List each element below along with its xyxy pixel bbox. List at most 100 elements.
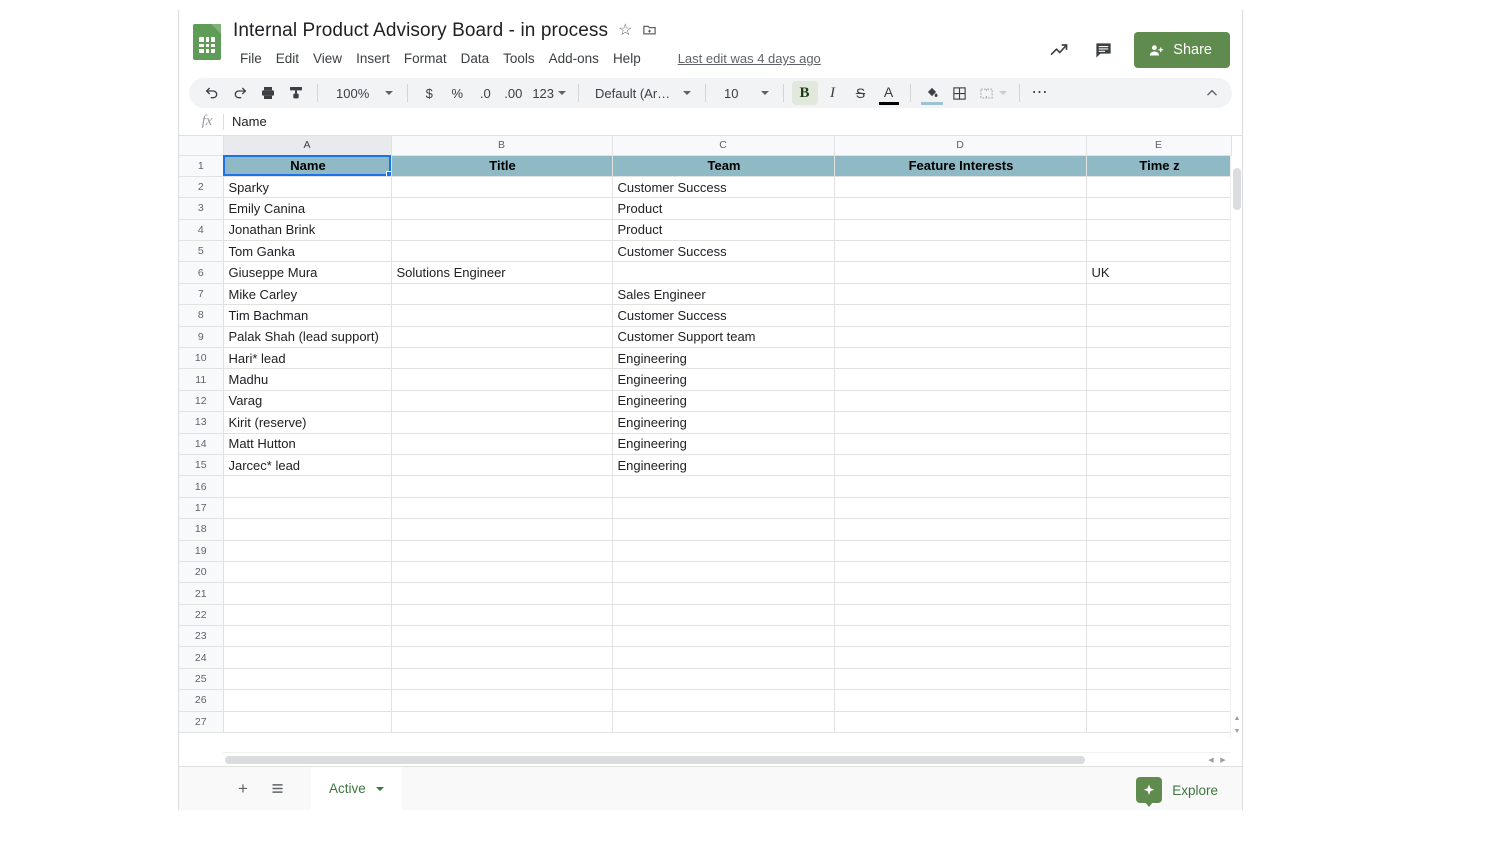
row-header[interactable]: 9 [179, 325, 224, 349]
cell-B4[interactable] [390, 218, 613, 242]
column-header-b[interactable]: B [390, 136, 613, 156]
cell-A10[interactable]: Hari* lead [222, 347, 392, 370]
cell-A24[interactable] [222, 646, 392, 669]
cell-E27[interactable] [1085, 710, 1232, 734]
cell-D27[interactable] [833, 710, 1087, 734]
cell-B14[interactable] [390, 432, 613, 455]
cell-C4[interactable]: Product [611, 218, 835, 242]
font-family-selector[interactable]: Default (Ari… [587, 86, 697, 101]
cell-C25[interactable] [611, 667, 835, 691]
cell-B11[interactable] [390, 368, 613, 391]
cell-B27[interactable] [390, 710, 613, 734]
row-header[interactable]: 19 [179, 539, 224, 562]
cell-E23[interactable] [1085, 625, 1232, 648]
cell-A12[interactable]: Varag [222, 389, 392, 413]
move-to-folder-icon[interactable] [642, 22, 657, 40]
cell-E26[interactable] [1085, 689, 1232, 712]
cell-D2[interactable] [833, 175, 1087, 199]
menu-edit[interactable]: Edit [269, 49, 306, 68]
cell-E4[interactable] [1085, 218, 1232, 242]
cell-D8[interactable] [833, 304, 1087, 327]
row-header[interactable]: 26 [179, 689, 224, 712]
scroll-left-button[interactable]: ◀ [1206, 756, 1216, 764]
menu-insert[interactable]: Insert [349, 49, 397, 68]
cell-D21[interactable] [833, 582, 1087, 605]
cell-E1[interactable]: Time z [1085, 154, 1232, 177]
cell-D5[interactable] [833, 240, 1087, 263]
row-header[interactable]: 23 [179, 625, 224, 648]
cell-D9[interactable] [833, 325, 1087, 349]
sheet-tab-active[interactable]: Active [311, 766, 402, 811]
row-header[interactable]: 16 [179, 475, 224, 498]
strikethrough-button[interactable]: S [848, 81, 874, 105]
cell-A1[interactable]: Name [222, 154, 392, 177]
cell-A8[interactable]: Tim Bachman [222, 304, 392, 327]
cell-A22[interactable] [222, 603, 392, 627]
cell-C16[interactable] [611, 475, 835, 498]
percent-format-button[interactable]: % [444, 81, 470, 105]
row-header[interactable]: 13 [179, 411, 224, 434]
cell-C15[interactable]: Engineering [611, 453, 835, 477]
row-header[interactable]: 21 [179, 582, 224, 605]
cell-E15[interactable] [1085, 453, 1232, 477]
cell-E5[interactable] [1085, 240, 1232, 263]
cell-C12[interactable]: Engineering [611, 389, 835, 413]
more-number-formats-button[interactable]: 123 [528, 81, 570, 105]
cell-E13[interactable] [1085, 411, 1232, 434]
cell-B2[interactable] [390, 175, 613, 199]
more-options-icon[interactable]: ⋯ [1028, 81, 1054, 105]
cell-E21[interactable] [1085, 582, 1232, 605]
scroll-right-button[interactable]: ▶ [1218, 756, 1228, 764]
increase-decimal-button[interactable]: .00 [500, 81, 526, 105]
cell-E17[interactable] [1085, 496, 1232, 520]
cell-B25[interactable] [390, 667, 613, 691]
cell-A6[interactable]: Giuseppe Mura [222, 261, 392, 284]
cell-A25[interactable] [222, 667, 392, 691]
menu-format[interactable]: Format [397, 49, 454, 68]
row-header[interactable]: 27 [179, 710, 224, 734]
document-title[interactable]: Internal Product Advisory Board - in pro… [233, 20, 608, 42]
cell-C26[interactable] [611, 689, 835, 712]
cell-D1[interactable]: Feature Interests [833, 154, 1087, 177]
horizontal-scroll-thumb[interactable] [225, 755, 1085, 764]
column-header-a[interactable]: A [222, 136, 392, 156]
cell-C7[interactable]: Sales Engineer [611, 282, 835, 306]
cell-B10[interactable] [390, 347, 613, 370]
column-header-c[interactable]: C [611, 136, 835, 156]
print-icon[interactable] [255, 81, 281, 105]
cell-B5[interactable] [390, 240, 613, 263]
currency-format-button[interactable]: $ [416, 81, 442, 105]
row-header[interactable]: 22 [179, 603, 224, 627]
explore-button[interactable]: Explore [1130, 773, 1230, 807]
row-header[interactable]: 12 [179, 389, 224, 413]
select-all-corner[interactable] [179, 136, 224, 156]
cell-E16[interactable] [1085, 475, 1232, 498]
cell-B17[interactable] [390, 496, 613, 520]
cell-A23[interactable] [222, 625, 392, 648]
row-header[interactable]: 11 [179, 368, 224, 391]
cell-D14[interactable] [833, 432, 1087, 455]
cell-D12[interactable] [833, 389, 1087, 413]
cell-D7[interactable] [833, 282, 1087, 306]
row-header[interactable]: 24 [179, 646, 224, 669]
cell-D23[interactable] [833, 625, 1087, 648]
cell-C13[interactable]: Engineering [611, 411, 835, 434]
cell-A11[interactable]: Madhu [222, 368, 392, 391]
decrease-decimal-button[interactable]: .0 [472, 81, 498, 105]
italic-button[interactable]: I [820, 81, 846, 105]
row-header[interactable]: 17 [179, 496, 224, 520]
cell-C11[interactable]: Engineering [611, 368, 835, 391]
cell-A19[interactable] [222, 539, 392, 562]
cell-B13[interactable] [390, 411, 613, 434]
sheets-document-icon[interactable] [193, 24, 221, 60]
cell-A13[interactable]: Kirit (reserve) [222, 411, 392, 434]
column-header-d[interactable]: D [833, 136, 1087, 156]
undo-icon[interactable] [199, 81, 225, 105]
cell-C24[interactable] [611, 646, 835, 669]
cell-B1[interactable]: Title [390, 154, 613, 177]
scroll-down-button[interactable]: ▼ [1232, 726, 1242, 737]
cell-A2[interactable]: Sparky [222, 175, 392, 199]
horizontal-scrollbar[interactable]: ◀ ▶ [223, 752, 1230, 766]
cell-D16[interactable] [833, 475, 1087, 498]
cell-A15[interactable]: Jarcec* lead [222, 453, 392, 477]
